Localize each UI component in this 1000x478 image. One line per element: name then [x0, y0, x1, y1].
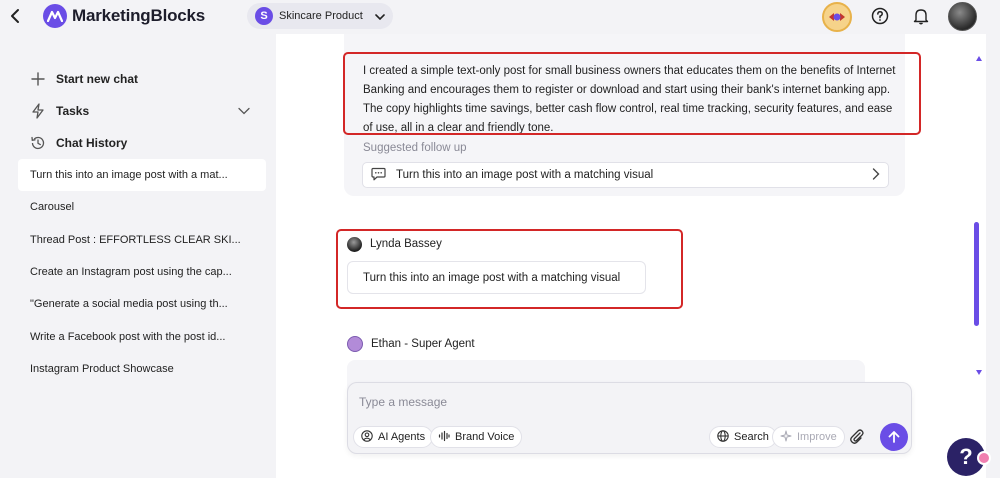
history-item[interactable]: Thread Post : EFFORTLESS CLEAR SKI...	[18, 224, 266, 256]
chevron-down-icon	[374, 9, 385, 23]
plus-icon	[30, 71, 46, 87]
suggested-follow-up-label: Suggested follow up	[363, 142, 467, 154]
history-item[interactable]: Write a Facebook post with the post id..…	[18, 321, 266, 353]
suggested-follow-up-text: Turn this into an image post with a matc…	[396, 169, 654, 181]
history-icon	[30, 135, 46, 151]
ai-agents-label: AI Agents	[378, 431, 426, 443]
lightning-icon	[30, 103, 46, 119]
highlight-box	[343, 52, 921, 135]
suggested-follow-up-button[interactable]: Turn this into an image post with a matc…	[362, 162, 889, 188]
scroll-down-arrow-icon[interactable]	[976, 370, 982, 375]
search-label: Search	[734, 431, 769, 443]
start-new-chat-button[interactable]: Start new chat	[30, 71, 138, 87]
history-item[interactable]: "Generate a social media post using th..…	[18, 288, 266, 320]
history-item[interactable]: Instagram Product Showcase	[18, 353, 266, 385]
audio-wave-icon	[438, 430, 450, 445]
user-circle-icon	[361, 429, 373, 445]
scrollbar-thumb[interactable]	[974, 222, 979, 326]
arrow-up-icon	[888, 431, 900, 443]
sidebar-item-tasks[interactable]: Tasks	[30, 103, 89, 119]
logo[interactable]: MarketingBlocks	[43, 4, 205, 28]
globe-icon	[717, 429, 729, 445]
sidebar-item-chat-history[interactable]: Chat History	[30, 135, 127, 151]
agent-name: Ethan - Super Agent	[371, 338, 475, 350]
chevron-down-icon[interactable]	[238, 104, 250, 118]
logo-mark-icon	[43, 4, 67, 28]
history-item[interactable]: Carousel	[18, 191, 266, 223]
scroll-up-arrow-icon[interactable]	[976, 56, 982, 61]
chevron-right-icon	[872, 167, 880, 183]
sparkle-icon	[780, 430, 792, 445]
improve-label: Improve	[797, 431, 837, 443]
search-button[interactable]: Search	[709, 426, 777, 448]
send-button[interactable]	[880, 423, 908, 451]
history-item[interactable]: Turn this into an image post with a mat.…	[18, 159, 266, 191]
agent-avatar	[347, 336, 363, 352]
improve-button[interactable]: Improve	[772, 426, 845, 448]
start-new-chat-label: Start new chat	[56, 72, 139, 86]
highlight-box	[336, 229, 683, 309]
brand-voice-button[interactable]: Brand Voice	[430, 426, 523, 448]
top-bar: MarketingBlocks S Skincare Product	[0, 0, 1000, 34]
chat-bubble-icon	[371, 167, 386, 184]
tasks-label: Tasks	[56, 104, 90, 118]
workspace-initial: S	[255, 7, 273, 25]
user-avatar[interactable]	[948, 2, 977, 31]
workspace-name: Skincare Product	[279, 10, 363, 22]
back-arrow-icon[interactable]	[4, 5, 26, 27]
brand-voice-label: Brand Voice	[455, 431, 515, 443]
ai-agents-button[interactable]: AI Agents	[353, 426, 434, 448]
logo-text: MarketingBlocks	[72, 6, 206, 25]
help-notification-dot	[977, 451, 991, 465]
message-input[interactable]: Type a message	[359, 395, 447, 409]
history-item[interactable]: Create an Instagram post using the cap..…	[18, 256, 266, 288]
paperclip-icon[interactable]	[849, 428, 865, 446]
help-circle-icon[interactable]	[869, 5, 891, 27]
rank-badge-icon[interactable]	[822, 2, 852, 32]
chat-history-label: Chat History	[56, 136, 128, 150]
workspace-selector[interactable]: S Skincare Product	[247, 3, 393, 29]
bell-icon[interactable]	[910, 5, 932, 27]
